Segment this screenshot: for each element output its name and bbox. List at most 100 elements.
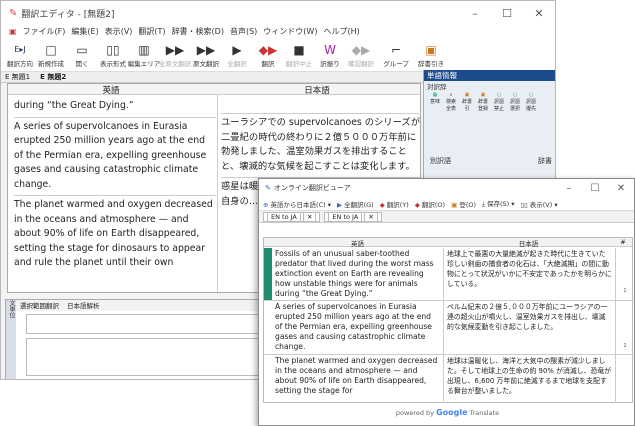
source-paragraph[interactable]: A series of supervolcanoes in Eurasia er… (14, 118, 216, 196)
source-header: 英語 (102, 86, 120, 96)
row-marker (264, 355, 272, 403)
viewer-app-icon: ✎ (265, 184, 271, 192)
toolbar-translate-all-source-button[interactable]: ▶▶ 全原文翻訳 (159, 41, 192, 69)
sentence-panel-side-label: 文単位 (6, 300, 16, 379)
translate-icon: ◆ (379, 200, 385, 209)
lookup-button[interactable]: ▣ 辞書引 (460, 92, 474, 116)
tab-doc1[interactable]: E 無題1 (5, 72, 30, 82)
folder-icon: ▭ (76, 42, 88, 57)
maximize-icon[interactable]: ☐ (491, 7, 523, 20)
meaning-button[interactable]: ▦ 意味 (428, 92, 442, 116)
toolbar-confirm-button[interactable]: ◆▶ 確認翻訳 (346, 41, 376, 69)
toolbar-direction-button[interactable]: E▸J 翻訳方向 (5, 41, 35, 68)
pane-divider[interactable] (217, 95, 218, 294)
toolbar-edit-area-button[interactable]: ▥ 編集エリア (128, 41, 161, 69)
search-icon: ⌕ (449, 92, 453, 98)
meaning-icon: ▦ (432, 92, 438, 98)
grid-header-num: # (620, 238, 626, 246)
row-target[interactable]: 地球は温暖化し、海洋と大気中の酸素が減少しました。そして地球上の生命の約 90%… (444, 355, 616, 403)
viewer-tabs: EN to JA ✕ EN to JA ✕ (259, 211, 634, 223)
group-icon: ⌐ (390, 42, 402, 57)
row-source[interactable]: Fossils of an unusual saber-toothed pred… (272, 248, 444, 300)
priority-button[interactable]: ○ 訳語優先 (524, 92, 538, 116)
toolbar-translate-source-button[interactable]: ▶▶ 原文翻訳 (191, 41, 221, 69)
row-target[interactable]: 地球上で最悪の大量絶滅が起きた時代に生きていた珍しい剣歯の捕食者の化石は、「大絶… (444, 248, 616, 300)
toolbar-dictionary-button[interactable]: ▣ 辞書引き (416, 41, 446, 69)
menu-bar: ▣ ファイル(F) 編集(E) 表示(V) 翻訳(T) 辞書・検索(D) 音声(… (1, 25, 555, 38)
menu-file[interactable]: ファイル(F) (21, 26, 68, 37)
viewer-title: オンライン翻訳ビューア (273, 184, 351, 192)
new-document-icon: □ (45, 42, 57, 57)
search-all-button[interactable]: ⌕ 検索全表 (444, 92, 458, 116)
table-row[interactable]: Fossils of an unusual saber-toothed pred… (264, 248, 634, 301)
viewer-toolbar: ⊕ 英語から日本語(C) ▾ ▶ 全翻訳(G) ◆ 翻訳(Y) ◆ 翻訳(O) … (259, 197, 634, 211)
menu-app-icon[interactable]: ▣ (7, 27, 19, 36)
viewer-minimize-icon[interactable]: – (556, 183, 582, 194)
viewer-tab-1[interactable]: EN to JA ✕ (263, 211, 321, 222)
source-paragraph[interactable]: The planet warmed and oxygen decreased i… (14, 196, 216, 274)
target-spacer (221, 97, 421, 114)
row-number: 2 (623, 343, 627, 349)
grid-header-ja: 日本語 (518, 240, 539, 248)
table-row[interactable]: The planet warmed and oxygen decreased i… (264, 355, 634, 403)
source-paragraph[interactable]: during “the Great Dying.” (14, 97, 216, 118)
close-icon[interactable]: ✕ (523, 7, 555, 20)
toolbar-translate-button[interactable]: ◆▶ 翻訳 (253, 41, 283, 69)
menu-view[interactable]: 表示(V) (103, 26, 135, 37)
toolbar-ruby-button[interactable]: W 訳振り (315, 41, 345, 69)
confirm-icon: ◆▶ (351, 42, 371, 57)
row-marker (264, 301, 272, 354)
menu-dictionary[interactable]: 辞書・検索(D) (170, 26, 226, 37)
menu-edit[interactable]: 編集(E) (69, 26, 100, 37)
forbid-button[interactable]: ○ 訳語禁止 (492, 92, 506, 116)
viewer-tab-2[interactable]: EN to JA ✕ (324, 211, 382, 222)
tab-japanese-analysis[interactable]: 日本語解析 (67, 300, 100, 311)
toolbar-display-format-button[interactable]: ▯▯ 表示形式 (98, 41, 128, 69)
register-button[interactable]: ▣ 登(O) (451, 199, 476, 209)
toolbar-open-button[interactable]: ▭ 開く (67, 41, 97, 69)
translate-all-button[interactable]: ▶ 全翻訳(G) (337, 199, 374, 209)
register-button[interactable]: ▣ 辞書登録 (476, 92, 490, 116)
translate-button[interactable]: ◆ 翻訳(Y) (380, 199, 409, 209)
globe-icon: ⊕ (263, 200, 269, 209)
row-source[interactable]: The planet warmed and oxygen decreased i… (272, 355, 444, 403)
minimize-icon[interactable]: – (459, 7, 491, 20)
view-button[interactable]: ▯▯ 表示(V) ▾ (521, 199, 558, 209)
toolbar-new-button[interactable]: □ 新規作成 (36, 41, 66, 69)
viewer-maximize-icon[interactable]: ☐ (582, 183, 608, 194)
tab-selection-translate[interactable]: 選択範囲翻訳 (20, 300, 59, 311)
layout-icon: ▯▯ (106, 42, 120, 57)
dictionary-icon: ▣ (425, 42, 437, 57)
fast-forward-icon: ▶▶ (165, 42, 185, 57)
menu-translate[interactable]: 翻訳(T) (136, 26, 167, 37)
toolbar-stop-button[interactable]: ■ 翻訳中止 (284, 41, 314, 69)
viewer-title-bar: ✎ オンライン翻訳ビューア – ☐ ✕ (259, 179, 634, 197)
stop-icon: ■ (293, 42, 305, 57)
word-info-header: 単語情報 (424, 70, 555, 81)
main-toolbar: E▸J 翻訳方向 □ 新規作成 ▭ 開く ▯▯ 表示形式 ▥ 編集エリア ▶▶ 全原文翻訳 … (1, 38, 555, 72)
menu-help[interactable]: ヘルプ(H) (321, 26, 361, 37)
viewer-close-icon[interactable]: ✕ (608, 183, 634, 194)
menu-audio[interactable]: 音声(S) (228, 26, 259, 37)
dictionary-header: 辞書 (538, 157, 552, 165)
view-icon: ▯▯ (520, 200, 528, 209)
save-button[interactable]: ⤓ 保存(S) ▾ (482, 198, 515, 209)
tab-close-icon[interactable]: ✕ (364, 211, 378, 222)
lookup-icon: ▣ (464, 92, 470, 98)
direction-dropdown[interactable]: ⊕ 英語から日本語(C) ▾ (263, 199, 331, 209)
row-source[interactable]: A series of supervolcanoes in Eurasia er… (272, 301, 444, 354)
row-target[interactable]: ペルム紀末の２億５,０００万年前にユーラシアの一連の超火山が噴火し、温室効果ガス… (444, 301, 616, 354)
table-row[interactable]: A series of supervolcanoes in Eurasia er… (264, 301, 634, 355)
retranslate-button[interactable]: ◆ 翻訳(O) (415, 199, 445, 209)
tab-doc2[interactable]: E 無題2 (40, 72, 66, 82)
toolbar-group-button[interactable]: ⌐ グループ (377, 41, 415, 69)
window-title: 翻訳エディタ - [無題2] (21, 9, 115, 20)
toolbar-translate-everything-button[interactable]: ▶ 全翻訳 (222, 41, 252, 69)
ruby-icon: W (324, 42, 336, 57)
select-button[interactable]: ○ 訳語選択 (508, 92, 522, 116)
tab-close-icon[interactable]: ✕ (302, 211, 317, 222)
viewer-grid-header: 英語 日本語 # (264, 238, 632, 248)
menu-window[interactable]: ウィンドウ(W) (261, 26, 319, 37)
target-paragraph[interactable]: ユーラシアでの supervolcanoes のシリーズが二畳紀の時代の終わりに… (221, 114, 421, 178)
source-pane[interactable]: during “the Great Dying.” A series of su… (14, 97, 216, 274)
